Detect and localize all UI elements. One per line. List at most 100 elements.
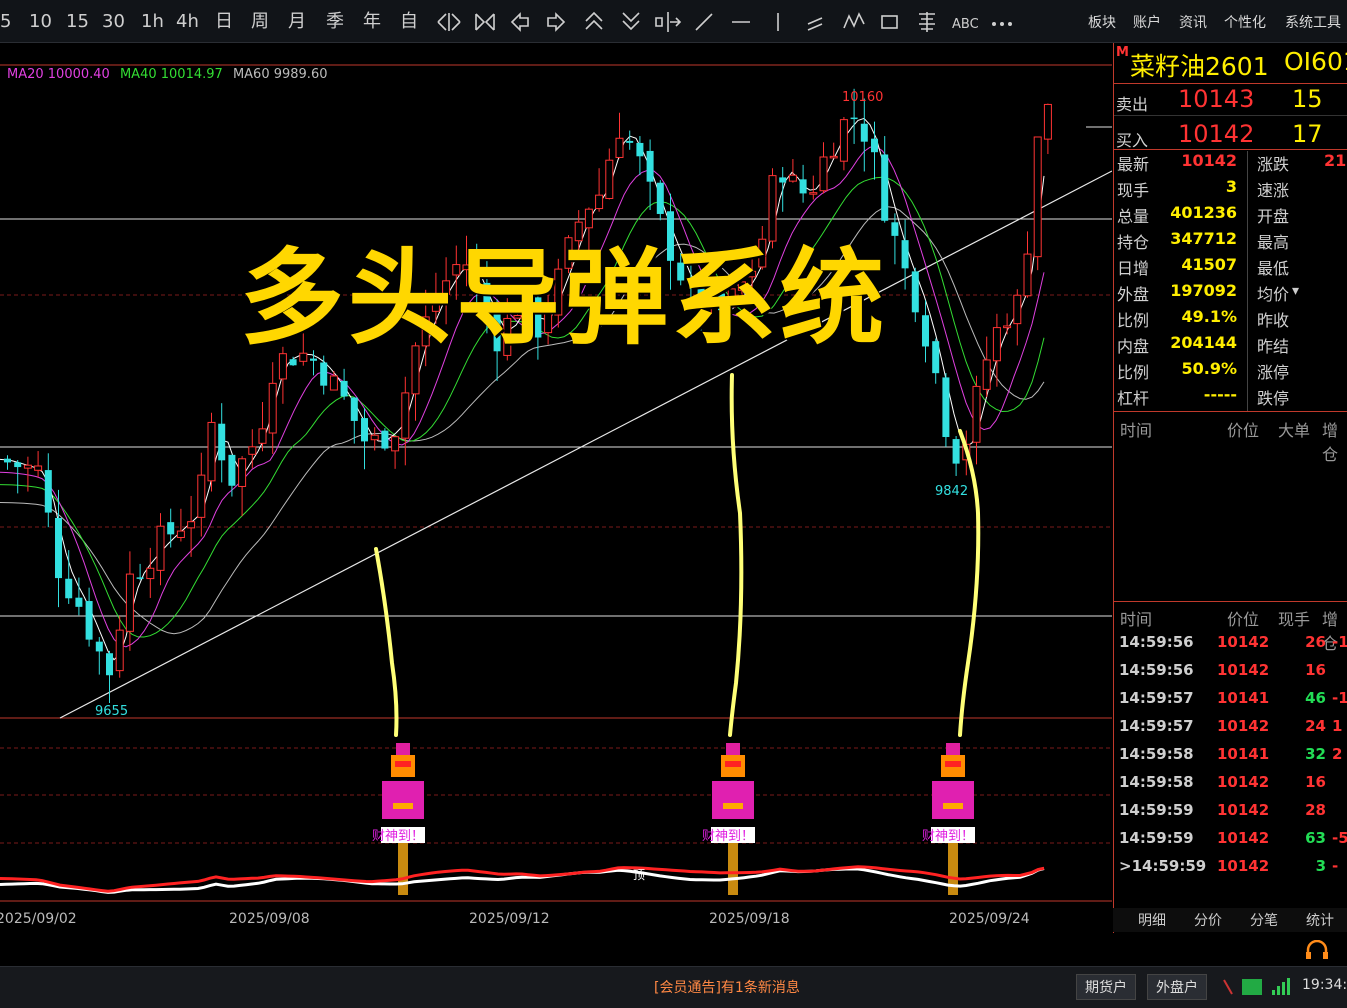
arrow-left-icon[interactable] <box>510 12 529 32</box>
buy-price[interactable]: 10142 <box>1178 120 1254 148</box>
candle-body <box>207 421 216 482</box>
period-day[interactable]: 日 <box>215 10 233 34</box>
tick-price: 10142 <box>1217 801 1270 819</box>
candle-body <box>992 327 1001 362</box>
candle-body <box>320 362 328 386</box>
quote-label: 内盘 <box>1117 337 1150 356</box>
period-month[interactable]: 月 <box>288 10 306 34</box>
candle-body <box>922 315 929 347</box>
quote-row: 外盘 197092 均价 ▾ <box>1114 281 1347 307</box>
candle-body <box>329 375 338 391</box>
futures-account-button[interactable]: 期货户 <box>1076 974 1136 1000</box>
member-notice[interactable]: [会员通告]有1条新消息 <box>654 977 800 997</box>
period-5[interactable]: 5 <box>0 10 11 34</box>
contract-name: 菜籽油2601 <box>1130 52 1269 81</box>
candle-body <box>881 154 889 221</box>
tick-hand: 16 <box>1305 773 1326 791</box>
fib-tool-icon[interactable] <box>919 12 935 32</box>
parallel-tool-icon[interactable] <box>807 17 823 31</box>
x-axis: 2025/09/02 2025/09/08 2025/09/12 2025/09… <box>0 911 1112 933</box>
foreign-account-button[interactable]: 外盘户 <box>1147 974 1207 1000</box>
candle-body <box>788 174 797 182</box>
quote-value: 197092 <box>1170 281 1237 300</box>
candle-body <box>911 271 919 313</box>
candle-body <box>626 140 634 143</box>
chevron-down-icon[interactable]: ▾ <box>1292 283 1299 299</box>
tab-ticks[interactable]: 分笔 <box>1250 910 1278 930</box>
menu-account[interactable]: 账户 <box>1133 12 1161 32</box>
period-custom[interactable]: 自 <box>400 10 418 34</box>
period-week[interactable]: 周 <box>251 10 269 34</box>
quote-label: 最低 <box>1257 259 1290 278</box>
menu-sector[interactable]: 板块 <box>1088 12 1116 32</box>
arrow-right-icon[interactable] <box>547 12 566 32</box>
kline-chart[interactable]: 10160 9655 9842 财神到！ 财神到！ 财神到！ 顶 MA20 1000… <box>0 43 1112 933</box>
candle-body <box>1023 253 1032 297</box>
quote-value: 49.1% <box>1181 307 1237 326</box>
quote-label: 均价 <box>1257 285 1290 304</box>
quote-label: 总量 <box>1117 207 1150 226</box>
line-tool-icon[interactable] <box>695 13 713 31</box>
candle-body <box>95 641 103 652</box>
tick-hand: 46 <box>1305 689 1326 707</box>
wave-tool-icon[interactable] <box>843 12 865 29</box>
period-15[interactable]: 15 <box>66 10 89 34</box>
candle-body <box>4 458 11 463</box>
sell-price[interactable]: 10143 <box>1178 85 1254 113</box>
candle-body <box>942 377 950 438</box>
quote-label: 比例 <box>1117 363 1150 382</box>
candle-body <box>952 439 960 464</box>
candle-body <box>982 359 991 390</box>
quote-label: 现手 <box>1117 181 1150 200</box>
chevrons-up-icon[interactable] <box>585 11 603 30</box>
period-30[interactable]: 30 <box>102 10 125 34</box>
menu-news[interactable]: 资讯 <box>1179 12 1207 32</box>
chevrons-down-icon[interactable] <box>622 12 640 31</box>
tick-oi: - <box>1332 857 1339 875</box>
tick-hand: 16 <box>1305 661 1326 679</box>
more-icon[interactable] <box>992 22 1012 26</box>
rect-tool-icon[interactable] <box>881 15 898 29</box>
candle-body <box>350 397 358 421</box>
tab-detail[interactable]: 明细 <box>1138 910 1166 930</box>
text-tool-icon[interactable]: ABC <box>952 17 979 32</box>
headset-icon[interactable] <box>1304 940 1330 960</box>
tick-hand: 26 <box>1305 633 1326 651</box>
candle-body <box>646 150 654 182</box>
menu-system-tools[interactable]: 系统工具 <box>1285 12 1341 32</box>
col-time: 时间 <box>1120 610 1153 629</box>
period-year[interactable]: 年 <box>363 10 381 34</box>
high-price-label: 10160 <box>842 90 883 105</box>
candle-body <box>176 530 185 539</box>
quote-value: 10142 <box>1181 151 1237 170</box>
collapse-h-icon[interactable] <box>475 13 495 31</box>
quote-label: 开盘 <box>1257 207 1290 226</box>
tab-stats[interactable]: 统计 <box>1306 910 1334 930</box>
top-toolbar: 5 10 15 30 1h 4h 日 周 月 季 年 自 ABC 板块 账户 资… <box>0 0 1347 43</box>
low-price-label-left: 9655 <box>95 704 128 719</box>
period-10[interactable]: 10 <box>29 10 52 34</box>
status-icons <box>1223 978 1290 995</box>
candle-body <box>839 119 848 162</box>
tick-price: 10142 <box>1217 857 1270 875</box>
candle-body <box>401 392 410 439</box>
period-4h[interactable]: 4h <box>176 10 199 34</box>
period-season[interactable]: 季 <box>326 10 344 34</box>
quote-row: 内盘 204144 昨结 <box>1114 333 1347 359</box>
expand-h-icon[interactable] <box>437 13 461 31</box>
quote-row: 持仓 347712 最高 <box>1114 229 1347 255</box>
quote-label: 比例 <box>1117 311 1150 330</box>
kline-svg: 10160 9655 9842 财神到！ 财神到！ 财神到！ 顶 <box>0 64 1112 902</box>
candle-body <box>1003 325 1012 329</box>
menu-personalize[interactable]: 个性化 <box>1224 12 1266 32</box>
tick-time: 14:59:58 <box>1119 745 1194 763</box>
candle-body <box>361 418 368 442</box>
tab-price-dist[interactable]: 分价 <box>1194 910 1222 930</box>
candle-body <box>595 194 604 210</box>
sell-qty: 15 <box>1292 85 1323 113</box>
crosshair-tool-icon[interactable] <box>655 12 682 32</box>
candle-body <box>871 138 878 153</box>
period-1h[interactable]: 1h <box>141 10 164 34</box>
quote-label: 昨收 <box>1257 311 1290 330</box>
candle-body <box>146 567 155 580</box>
